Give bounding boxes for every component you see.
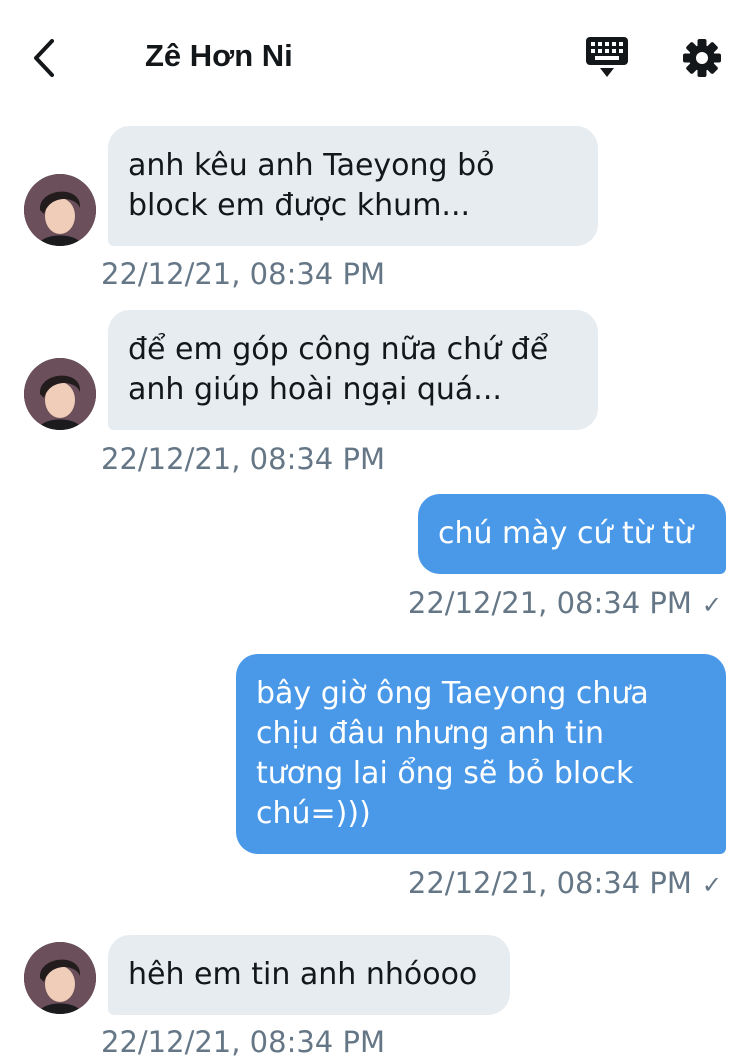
message-timestamp: 22/12/21, 08:34 PM (101, 442, 385, 476)
avatar-photo (24, 358, 96, 430)
gear-icon (683, 39, 721, 77)
message-bubble-outgoing[interactable]: bây giờ ông Taeyong chưa chịu đâu nhưng … (236, 654, 726, 854)
avatar-photo (24, 942, 96, 1014)
sender-avatar[interactable] (24, 174, 96, 246)
message-line: anh kêu anh Taeyong bỏ (128, 148, 495, 183)
read-check-icon: ✓ (701, 871, 722, 899)
message-line: chú mày cứ từ từ (438, 516, 694, 551)
sender-avatar[interactable] (24, 358, 96, 430)
read-check-icon: ✓ (701, 591, 722, 619)
message-bubble-incoming[interactable]: hêh em tin anh nhóooo (108, 935, 510, 1015)
message-timestamp-row: 22/12/21, 08:34 PM ✓ (408, 865, 722, 903)
chevron-left-icon (34, 39, 54, 77)
message-bubble-incoming[interactable]: anh kêu anh Taeyong bỏ block em được khu… (108, 126, 598, 246)
keyboard-icon (586, 37, 628, 77)
keyboard-button[interactable] (584, 35, 630, 79)
message-bubble-incoming[interactable]: để em góp công nữa chứ để anh giúp hoài … (108, 310, 598, 430)
message-line: chú=))) (256, 796, 371, 831)
message-line: tương lai ổng sẽ bỏ block (256, 756, 634, 791)
message-timestamp: 22/12/21, 08:34 PM (407, 866, 692, 900)
message-timestamp: 22/12/21, 08:34 PM (407, 586, 692, 620)
settings-button[interactable] (680, 36, 724, 80)
conversation-title[interactable]: Zê Hơn Ni (145, 36, 293, 76)
message-timestamp: 22/12/21, 08:34 PM (101, 1025, 385, 1059)
message-timestamp: 22/12/21, 08:34 PM (101, 257, 385, 291)
avatar-photo (24, 174, 96, 246)
conversation-header: Zê Hơn Ni (0, 0, 750, 115)
message-line: hêh em tin anh nhóooo (128, 957, 478, 992)
back-button[interactable] (28, 36, 68, 80)
message-line: block em được khum... (128, 188, 471, 223)
message-line: bây giờ ông Taeyong chưa (256, 676, 649, 711)
sender-avatar[interactable] (24, 942, 96, 1014)
message-line: chịu đâu nhưng anh tin (256, 716, 605, 751)
message-line: để em góp công nữa chứ để (128, 332, 549, 367)
message-bubble-outgoing[interactable]: chú mày cứ từ từ (418, 494, 726, 574)
message-timestamp-row: 22/12/21, 08:34 PM ✓ (408, 585, 722, 623)
message-line: anh giúp hoài ngại quá... (128, 372, 502, 407)
